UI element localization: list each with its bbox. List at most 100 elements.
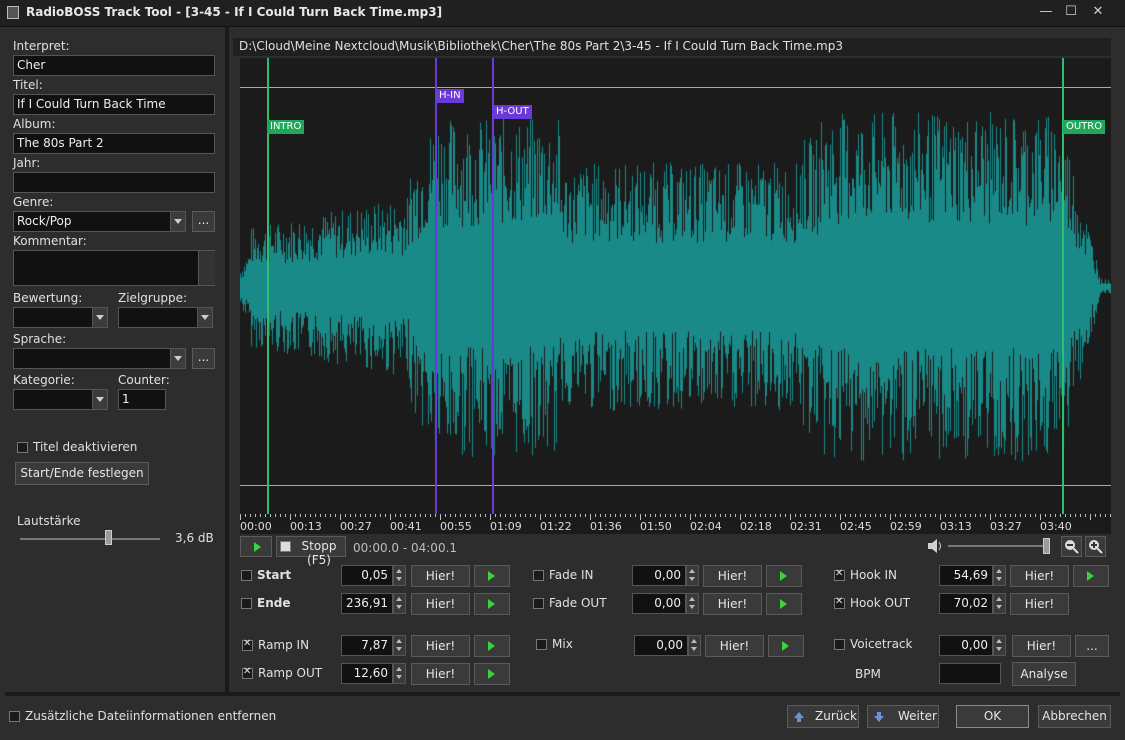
- mix-hier-button[interactable]: Hier!: [705, 635, 764, 657]
- fade-line-bottom: [240, 485, 1111, 486]
- ramp-in-value-field[interactable]: 7,87: [341, 635, 393, 656]
- hook-out-marker-line[interactable]: [492, 58, 494, 514]
- hook-in-spinner[interactable]: [993, 565, 1006, 586]
- bewertung-select[interactable]: [13, 307, 108, 328]
- genre-select[interactable]: Rock/Pop: [13, 211, 186, 232]
- zoom-out-button[interactable]: [1061, 536, 1082, 557]
- zurueck-button[interactable]: Zurück: [787, 705, 859, 728]
- timeline[interactable]: 00:00 00:13 00:27 00:41 00:55 01:09 01:22 01:36…: [240, 514, 1111, 534]
- bpm-field[interactable]: [939, 663, 1001, 684]
- time-range: 00:00.0 - 04:00.1: [353, 541, 458, 555]
- start-spinner[interactable]: [393, 565, 406, 586]
- start-ende-festlegen-button[interactable]: Start/Ende festlegen: [15, 462, 149, 485]
- ramp-in-checkbox[interactable]: [242, 638, 253, 651]
- voicetrack-more-button[interactable]: ...: [1075, 635, 1109, 657]
- hook-out-checkbox[interactable]: [834, 596, 845, 609]
- fade-out-spinner[interactable]: [686, 593, 699, 614]
- voicetrack-checkbox[interactable]: [834, 639, 845, 650]
- counter-field[interactable]: 1: [118, 389, 166, 410]
- hook-in-checkbox[interactable]: [834, 568, 845, 581]
- stopp-button[interactable]: Stopp (F5): [276, 536, 346, 567]
- play-button[interactable]: [240, 536, 272, 557]
- kommentar-scrollbar[interactable]: [198, 251, 215, 285]
- fade-in-play-button[interactable]: [766, 565, 802, 587]
- kategorie-select[interactable]: [13, 389, 108, 410]
- hook-out-value-field[interactable]: 70,02: [939, 593, 993, 614]
- titel-field[interactable]: If I Could Turn Back Time: [13, 94, 215, 115]
- start-play-button[interactable]: [474, 565, 510, 587]
- lautstaerke-slider-track[interactable]: [20, 538, 160, 540]
- waveform-panel[interactable]: INTRO H-IN H-OUT OUTRO: [240, 58, 1111, 514]
- ok-button[interactable]: OK: [956, 705, 1029, 728]
- abbrechen-button[interactable]: Abbrechen: [1038, 705, 1111, 728]
- voicetrack-hier-button[interactable]: Hier!: [1012, 635, 1071, 657]
- lautstaerke-slider-handle[interactable]: [105, 530, 113, 545]
- zielgruppe-select[interactable]: [118, 307, 213, 328]
- ende-checkbox[interactable]: [241, 598, 252, 609]
- fade-out-hier-button[interactable]: Hier!: [703, 593, 762, 615]
- mix-play-button[interactable]: [768, 635, 804, 657]
- ende-spinner[interactable]: [393, 593, 406, 614]
- fade-out-value-field[interactable]: 0,00: [632, 593, 686, 614]
- waveform-canvas[interactable]: [240, 58, 1111, 514]
- ramp-out-play-button[interactable]: [474, 663, 510, 685]
- fade-in-value-field[interactable]: 0,00: [632, 565, 686, 586]
- fade-out-checkbox[interactable]: [533, 598, 544, 609]
- genre-value: Rock/Pop: [17, 214, 72, 228]
- ramp-out-checkbox[interactable]: [242, 666, 253, 679]
- timeline-label: 02:04: [690, 520, 722, 533]
- interpret-field[interactable]: Cher: [13, 55, 215, 76]
- close-button[interactable]: ✕: [1086, 3, 1110, 21]
- sprache-more-button[interactable]: ...: [192, 348, 215, 369]
- hook-out-spinner[interactable]: [993, 593, 1006, 614]
- zoom-in-button[interactable]: [1085, 536, 1106, 557]
- ende-hier-button[interactable]: Hier!: [411, 593, 470, 615]
- volume-slider-track[interactable]: [948, 545, 1048, 547]
- minimize-button[interactable]: —: [1034, 3, 1058, 21]
- fade-in-spinner[interactable]: [686, 565, 699, 586]
- fade-out-play-button[interactable]: [766, 593, 802, 615]
- voicetrack-value-field[interactable]: 0,00: [939, 635, 993, 656]
- fade-in-hier-button[interactable]: Hier!: [703, 565, 762, 587]
- ramp-in-spinner[interactable]: [393, 635, 406, 656]
- fade-in-checkbox[interactable]: [533, 570, 544, 581]
- outro-marker-tag[interactable]: OUTRO: [1063, 120, 1106, 134]
- mix-spinner[interactable]: [688, 635, 701, 656]
- kommentar-field[interactable]: [13, 250, 215, 286]
- weiter-button[interactable]: Weiter: [867, 705, 939, 728]
- hook-in-hier-button[interactable]: Hier!: [1010, 565, 1069, 587]
- timeline-label: 02:59: [890, 520, 922, 533]
- lautstaerke-label: Lautstärke: [17, 514, 81, 528]
- ramp-out-spinner[interactable]: [393, 663, 406, 684]
- mix-checkbox[interactable]: [536, 639, 547, 650]
- sprache-select[interactable]: [13, 348, 186, 369]
- maximize-button[interactable]: ☐: [1059, 3, 1083, 21]
- jahr-field[interactable]: [13, 172, 215, 193]
- voicetrack-spinner[interactable]: [993, 635, 1006, 656]
- hook-out-marker-tag[interactable]: H-OUT: [493, 105, 532, 119]
- start-value-field[interactable]: 0,05: [341, 565, 393, 586]
- hook-in-play-button[interactable]: [1073, 565, 1109, 587]
- ende-value-field[interactable]: 236,91: [341, 593, 393, 614]
- ramp-in-hier-button[interactable]: Hier!: [411, 635, 470, 657]
- genre-more-button[interactable]: ...: [192, 211, 215, 232]
- album-field[interactable]: The 80s Part 2: [13, 133, 215, 154]
- start-hier-button[interactable]: Hier!: [411, 565, 470, 587]
- intro-marker-tag[interactable]: INTRO: [267, 120, 305, 134]
- bpm-label: BPM: [855, 667, 881, 681]
- ramp-out-value-field[interactable]: 12,60: [341, 663, 393, 684]
- ramp-in-play-button[interactable]: [474, 635, 510, 657]
- hook-in-marker-line[interactable]: [435, 58, 437, 514]
- ende-play-button[interactable]: [474, 593, 510, 615]
- volume-slider-handle[interactable]: [1043, 538, 1050, 554]
- analyse-button[interactable]: Analyse: [1012, 662, 1076, 686]
- hook-in-marker-tag[interactable]: H-IN: [436, 89, 464, 103]
- start-checkbox[interactable]: [241, 570, 252, 581]
- mix-value-field[interactable]: 0,00: [634, 635, 688, 656]
- hook-out-hier-button[interactable]: Hier!: [1010, 593, 1069, 615]
- ramp-out-hier-button[interactable]: Hier!: [411, 663, 470, 685]
- remove-info-checkbox[interactable]: [9, 711, 20, 722]
- hook-in-value-field[interactable]: 54,69: [939, 565, 993, 586]
- titel-deaktivieren-label: Titel deaktivieren: [33, 440, 138, 454]
- titel-deaktivieren-checkbox[interactable]: [17, 442, 28, 453]
